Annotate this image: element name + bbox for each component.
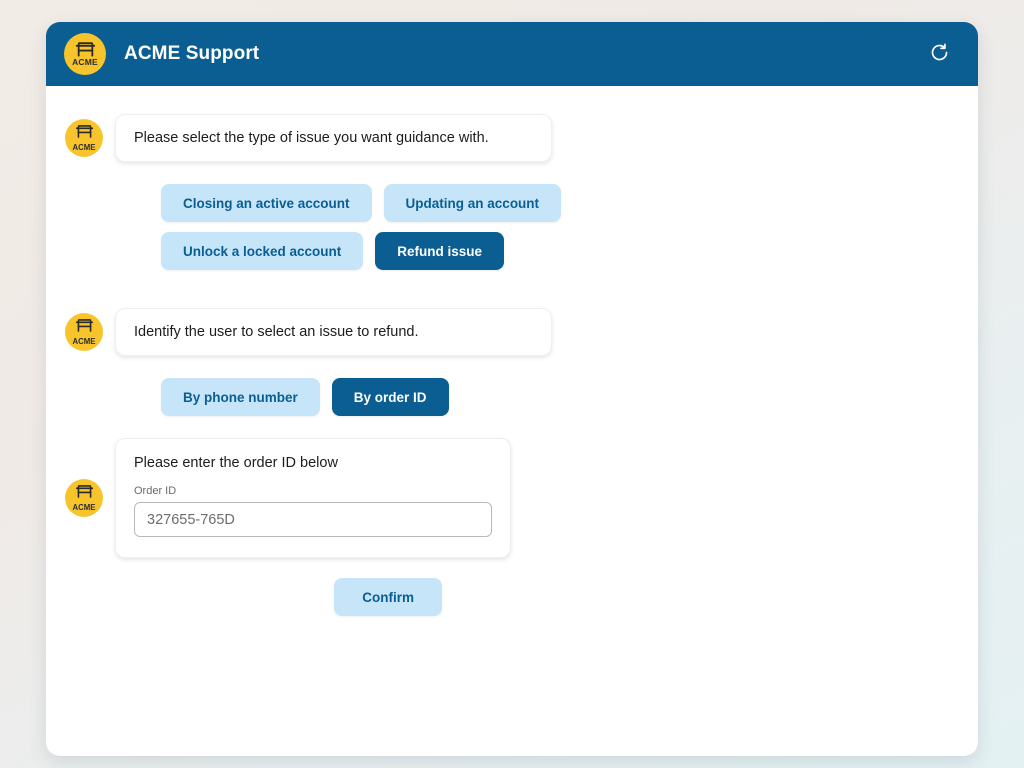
bot-message-2: ACME Identify the user to select an issu… [46,308,978,356]
app-header: ACME ACME Support [46,22,978,86]
option-refund-issue[interactable]: Refund issue [375,232,505,270]
identify-user-options: By phone number By order ID [46,378,606,416]
avatar-label: ACME [72,142,96,152]
order-id-input[interactable] [134,502,492,537]
message-bubble: Please select the type of issue you want… [115,114,552,162]
chat-body: ACME Please select the type of issue you… [46,86,978,756]
confirm-row: Confirm [46,578,442,616]
avatar: ACME [65,313,103,351]
avatar: ACME [65,119,103,157]
card-title: Please enter the order ID below [134,455,338,471]
option-by-phone-number[interactable]: By phone number [161,378,320,416]
option-by-order-id[interactable]: By order ID [331,378,449,416]
restart-counterclockwise-icon [929,42,950,66]
storefront-icon [75,41,96,58]
brand-logo: ACME [64,33,106,75]
bot-message-1: ACME Please select the type of issue you… [46,114,978,162]
order-id-card: Please enter the order ID below Order ID [115,438,511,558]
option-unlock-a-locked-account[interactable]: Unlock a locked account [161,232,364,270]
message-bubble: Identify the user to select an issue to … [115,308,552,356]
avatar-label: ACME [72,336,96,346]
order-id-label: Order ID [134,485,177,497]
issue-type-options: Closing an active account Updating an ac… [46,184,606,270]
storefront-icon [75,318,94,338]
storefront-icon [75,124,94,144]
option-updating-an-account[interactable]: Updating an account [383,184,562,222]
storefront-icon [75,484,94,504]
app-title: ACME Support [124,43,260,64]
avatar-label: ACME [72,502,96,512]
bot-message-3: ACME Please enter the order ID below Ord… [46,438,978,558]
brand-logo-text: ACME [72,56,98,67]
app-window: ACME ACME Support ACME Please select the… [46,22,978,756]
confirm-button[interactable]: Confirm [334,578,442,616]
option-closing-an-active-account[interactable]: Closing an active account [161,184,372,222]
avatar: ACME [65,479,103,517]
restart-conversation-button[interactable] [922,37,956,71]
